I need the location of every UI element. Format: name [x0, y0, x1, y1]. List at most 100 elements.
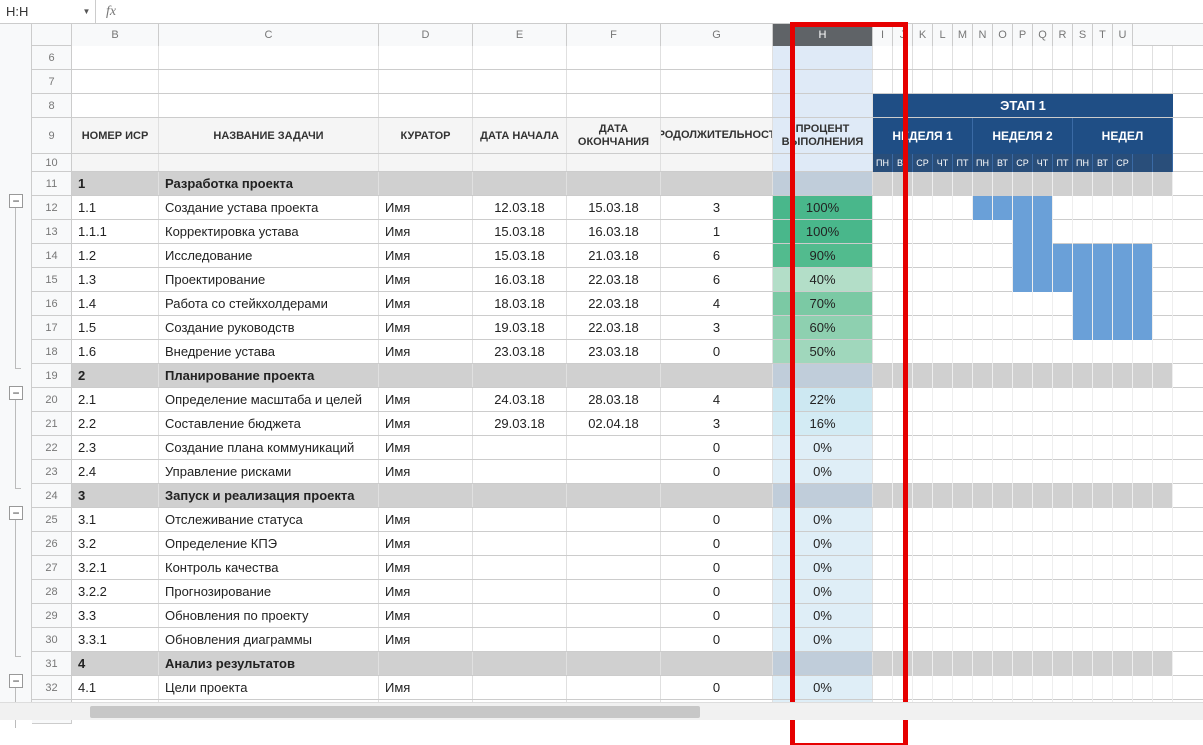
column-header-C[interactable]: C — [159, 24, 379, 46]
gantt-cell[interactable] — [993, 46, 1013, 69]
end-cell[interactable]: 22.03.18 — [567, 316, 661, 339]
owner-cell[interactable]: Имя — [379, 244, 473, 267]
gantt-cell[interactable] — [1053, 436, 1073, 460]
gantt-cell[interactable] — [1013, 676, 1033, 700]
row-header-20[interactable]: 20 — [32, 388, 72, 412]
gantt-cell[interactable] — [993, 244, 1013, 268]
gantt-cell[interactable] — [973, 604, 993, 628]
gantt-cell[interactable] — [1073, 628, 1093, 652]
gantt-cell[interactable] — [1093, 46, 1113, 69]
gantt-cell[interactable] — [953, 604, 973, 628]
gantt-cell[interactable] — [973, 340, 993, 364]
gantt-cell[interactable] — [1073, 196, 1093, 220]
gantt-cell[interactable] — [933, 580, 953, 604]
column-header-D[interactable]: D — [379, 24, 473, 46]
owner-cell[interactable]: Имя — [379, 436, 473, 459]
end-cell[interactable] — [567, 508, 661, 531]
gantt-cell[interactable] — [1033, 316, 1053, 340]
gantt-cell[interactable] — [1093, 412, 1113, 436]
gantt-cell[interactable] — [893, 340, 913, 364]
gantt-cell[interactable] — [1033, 340, 1053, 364]
gantt-cell[interactable] — [1113, 508, 1133, 532]
row-header-16[interactable]: 16 — [32, 292, 72, 316]
row-header-17[interactable]: 17 — [32, 316, 72, 340]
gantt-cell[interactable] — [953, 532, 973, 556]
gantt-cell[interactable] — [1073, 580, 1093, 604]
column-header-U[interactable]: U — [1113, 24, 1133, 46]
gantt-cell[interactable] — [1053, 316, 1073, 340]
owner-cell[interactable]: Имя — [379, 532, 473, 555]
task-cell[interactable]: Определение КПЭ — [159, 532, 379, 555]
start-cell[interactable]: 12.03.18 — [473, 196, 567, 219]
gantt-cell[interactable] — [1133, 508, 1153, 532]
gantt-cell[interactable] — [1133, 292, 1153, 316]
cell[interactable] — [159, 70, 379, 93]
cell[interactable] — [661, 172, 773, 195]
gantt-cell[interactable] — [893, 604, 913, 628]
cell[interactable] — [473, 652, 567, 675]
row-header-10[interactable]: 10 — [32, 154, 72, 172]
gantt-cell[interactable] — [973, 268, 993, 292]
cell[interactable] — [379, 652, 473, 675]
gantt-cell[interactable] — [1153, 508, 1173, 532]
gantt-cell[interactable] — [1133, 532, 1153, 556]
gantt-cell[interactable] — [1093, 676, 1113, 700]
gantt-cell[interactable] — [873, 244, 893, 268]
cell[interactable] — [473, 94, 567, 117]
task-cell[interactable]: Обновления по проекту — [159, 604, 379, 627]
gantt-cell[interactable] — [1053, 46, 1073, 69]
gantt-cell[interactable] — [1073, 412, 1093, 436]
gantt-cell[interactable] — [1093, 532, 1113, 556]
gantt-cell[interactable] — [1153, 628, 1173, 652]
gantt-cell[interactable] — [933, 460, 953, 484]
owner-cell[interactable]: Имя — [379, 268, 473, 291]
gantt-cell[interactable] — [973, 532, 993, 556]
task-cell[interactable]: Внедрение устава — [159, 340, 379, 363]
owner-cell[interactable]: Имя — [379, 196, 473, 219]
column-header-E[interactable]: E — [473, 24, 567, 46]
cell[interactable] — [379, 94, 473, 117]
row-header-8[interactable]: 8 — [32, 94, 72, 118]
gantt-cell[interactable] — [873, 70, 893, 93]
gantt-cell[interactable] — [1053, 292, 1073, 316]
wbs-cell[interactable]: 1.5 — [72, 316, 159, 339]
gantt-cell[interactable] — [1133, 388, 1153, 412]
gantt-cell[interactable] — [1093, 508, 1113, 532]
gantt-cell[interactable] — [1093, 580, 1113, 604]
wbs-cell[interactable]: 3.2 — [72, 532, 159, 555]
gantt-cell[interactable] — [893, 676, 913, 700]
cell[interactable] — [473, 364, 567, 387]
end-cell[interactable]: 23.03.18 — [567, 340, 661, 363]
gantt-cell[interactable] — [873, 436, 893, 460]
gantt-cell[interactable] — [1033, 676, 1053, 700]
gantt-cell[interactable] — [933, 268, 953, 292]
gantt-cell[interactable] — [1013, 628, 1033, 652]
select-all-corner[interactable] — [32, 24, 72, 46]
gantt-cell[interactable] — [973, 388, 993, 412]
cell[interactable] — [159, 46, 379, 69]
column-header-R[interactable]: R — [1053, 24, 1073, 46]
gantt-cell[interactable] — [1073, 46, 1093, 69]
gantt-cell[interactable] — [993, 556, 1013, 580]
section-title[interactable]: Планирование проекта — [159, 364, 379, 387]
gantt-cell[interactable] — [893, 46, 913, 69]
gantt-cell[interactable] — [913, 508, 933, 532]
cell[interactable] — [773, 46, 873, 69]
gantt-cell[interactable] — [913, 628, 933, 652]
duration-cell[interactable]: 0 — [661, 676, 773, 699]
gantt-cell[interactable] — [1053, 340, 1073, 364]
gantt-cell[interactable] — [1013, 292, 1033, 316]
gantt-cell[interactable] — [993, 268, 1013, 292]
gantt-cell[interactable] — [1033, 268, 1053, 292]
gantt-cell[interactable] — [1033, 244, 1053, 268]
gantt-cell[interactable] — [973, 292, 993, 316]
gantt-cell[interactable] — [873, 676, 893, 700]
gantt-cell[interactable] — [953, 340, 973, 364]
gantt-cell[interactable] — [953, 556, 973, 580]
row-header-28[interactable]: 28 — [32, 580, 72, 604]
gantt-cell[interactable] — [1133, 46, 1153, 69]
gantt-cell[interactable] — [1033, 532, 1053, 556]
duration-cell[interactable]: 0 — [661, 604, 773, 627]
task-cell[interactable]: Проектирование — [159, 268, 379, 291]
cell[interactable] — [72, 46, 159, 69]
